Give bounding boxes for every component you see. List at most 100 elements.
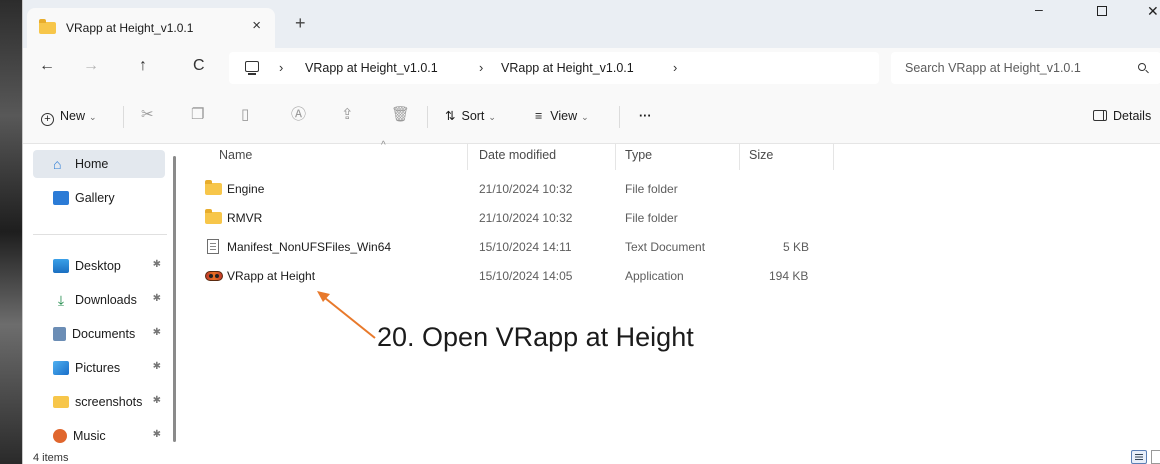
maximize-icon — [1097, 6, 1107, 16]
gallery-icon — [53, 191, 69, 205]
view-label: View — [550, 109, 578, 123]
chevron-down-icon: ⌄ — [488, 112, 496, 122]
sidebar-item-pictures[interactable]: Pictures ✱ — [33, 354, 165, 382]
folder-icon — [205, 209, 222, 227]
file-size: 194 KB — [769, 269, 809, 283]
sort-icon: ⇅ — [445, 109, 456, 123]
downloads-icon: ⤓ — [57, 292, 65, 308]
sidebar-scrollbar[interactable] — [173, 156, 176, 442]
plus-circle-icon: + — [41, 113, 54, 126]
details-view-icon[interactable] — [1131, 450, 1147, 464]
sidebar-item-home[interactable]: ⌂ Home — [33, 150, 165, 178]
cut-icon[interactable]: ✂ — [141, 107, 154, 122]
maximize-button[interactable] — [1097, 4, 1107, 18]
sidebar-item-label: Music — [73, 429, 106, 443]
breadcrumb-item[interactable]: VRapp at Height_v1.0.1 — [501, 61, 634, 75]
new-tab-button[interactable]: + — [295, 14, 306, 32]
sidebar-item-downloads[interactable]: ⤓ Downloads ✱ — [33, 286, 165, 314]
item-count: 4 items — [33, 452, 69, 464]
command-bar: + New ⌄ ✂ ❐ ▯ Ⓐ ⇪ 🗑 ⇅ Sort ⌄ ≡ View ⌄ ··· Deta… — [23, 90, 1160, 144]
file-date: 21/10/2024 10:32 — [479, 211, 573, 225]
back-button[interactable]: ← — [39, 58, 55, 74]
sidebar-item-gallery[interactable]: Gallery — [33, 184, 165, 212]
home-icon: ⌂ — [53, 156, 62, 172]
pictures-icon — [53, 361, 69, 375]
search-box[interactable]: Search VRapp at Height_v1.0.1 — [891, 52, 1160, 84]
chevron-down-icon: ⌄ — [581, 112, 589, 122]
file-row-manifest[interactable]: Manifest_NonUFSFiles_Win64 15/10/2024 14… — [205, 236, 825, 258]
forward-button[interactable]: → — [83, 58, 99, 74]
folder-icon — [53, 396, 69, 408]
column-separator[interactable] — [833, 144, 834, 170]
column-separator[interactable] — [739, 144, 740, 170]
pin-icon[interactable]: ✱ — [153, 429, 161, 440]
breadcrumb-item[interactable]: VRapp at Height_v1.0.1 — [305, 61, 438, 75]
sidebar-item-label: screenshots — [75, 395, 143, 409]
pin-icon[interactable]: ✱ — [153, 361, 161, 372]
close-tab-icon[interactable]: × — [252, 18, 261, 33]
sidebar-item-desktop[interactable]: Desktop ✱ — [33, 252, 165, 280]
application-icon — [205, 270, 223, 284]
sidebar-item-label: Home — [75, 157, 109, 171]
minimize-button[interactable]: – — [1035, 2, 1043, 16]
close-window-button[interactable]: ✕ — [1147, 4, 1159, 18]
sidebar-divider — [33, 234, 167, 235]
file-type: File folder — [625, 211, 678, 225]
toolbar-divider — [123, 106, 124, 128]
sidebar-item-screenshots[interactable]: screenshots ✱ — [33, 388, 165, 416]
pin-icon[interactable]: ✱ — [153, 293, 161, 304]
file-date: 15/10/2024 14:11 — [479, 240, 572, 254]
copy-icon[interactable]: ❐ — [191, 107, 204, 122]
paste-icon[interactable]: ▯ — [241, 107, 249, 122]
file-name: VRapp at Height — [227, 269, 316, 283]
delete-icon[interactable]: 🗑 — [391, 107, 410, 122]
new-label: New — [60, 109, 86, 123]
sidebar-item-label: Gallery — [75, 191, 115, 205]
text-file-icon — [207, 239, 219, 254]
column-header-date-modified[interactable]: Date modified — [479, 148, 556, 162]
tiles-view-icon[interactable] — [1151, 450, 1160, 464]
tab-vrapp-at-height[interactable]: VRapp at Height_v1.0.1 × — [27, 8, 275, 48]
pin-icon[interactable]: ✱ — [153, 327, 161, 338]
file-name: RMVR — [227, 211, 263, 225]
file-date: 15/10/2024 14:05 — [479, 269, 573, 283]
title-bar: VRapp at Height_v1.0.1 × + – ✕ — [23, 0, 1160, 48]
file-name: Manifest_NonUFSFiles_Win64 — [227, 240, 392, 254]
breadcrumb-separator-icon: › — [479, 60, 484, 75]
more-options-button[interactable]: ··· — [639, 110, 652, 123]
sidebar-item-music[interactable]: Music ✱ — [33, 422, 165, 450]
pin-icon[interactable]: ✱ — [153, 395, 161, 406]
details-button[interactable]: Details — [1093, 110, 1151, 123]
column-separator[interactable] — [467, 144, 468, 170]
details-pane-icon — [1093, 110, 1107, 121]
file-list: ^ Name Date modified Type Size Engine 21… — [183, 140, 1160, 452]
file-explorer-window: VRapp at Height_v1.0.1 × + – ✕ ← → ↑ C ›… — [22, 0, 1160, 464]
column-header-type[interactable]: Type — [625, 148, 652, 162]
column-header-name[interactable]: Name — [219, 148, 252, 162]
view-button[interactable]: ≡ View ⌄ — [535, 110, 589, 123]
sidebar-item-label: Desktop — [75, 259, 121, 273]
file-row-engine[interactable]: Engine 21/10/2024 10:32 File folder — [205, 178, 825, 200]
file-row-rmvr[interactable]: RMVR 21/10/2024 10:32 File folder — [205, 207, 825, 229]
file-date: 21/10/2024 10:32 — [479, 182, 573, 196]
up-button[interactable]: ↑ — [139, 58, 147, 74]
column-separator[interactable] — [615, 144, 616, 170]
sidebar-item-documents[interactable]: Documents ✱ — [33, 320, 165, 348]
file-row-vrapp-at-height[interactable]: VRapp at Height 15/10/2024 14:05 Applica… — [205, 265, 825, 287]
chevron-down-icon: ⌄ — [89, 112, 97, 122]
file-type: Application — [625, 269, 684, 283]
share-icon[interactable]: ⇪ — [341, 107, 354, 122]
new-button[interactable]: + New ⌄ — [41, 110, 97, 126]
search-input[interactable]: Search VRapp at Height_v1.0.1 — [905, 61, 1081, 75]
breadcrumb-separator-icon: › — [279, 60, 284, 75]
address-bar[interactable]: › VRapp at Height_v1.0.1 › VRapp at Heig… — [229, 52, 879, 84]
search-icon — [1138, 63, 1146, 71]
pin-icon[interactable]: ✱ — [153, 259, 161, 270]
column-header-size[interactable]: Size — [749, 148, 773, 162]
sort-button[interactable]: ⇅ Sort ⌄ — [445, 110, 496, 123]
view-icon: ≡ — [535, 109, 543, 123]
file-type: Text Document — [625, 240, 706, 254]
refresh-button[interactable]: C — [193, 58, 205, 74]
rename-icon[interactable]: Ⓐ — [291, 107, 306, 122]
details-label: Details — [1113, 109, 1152, 123]
